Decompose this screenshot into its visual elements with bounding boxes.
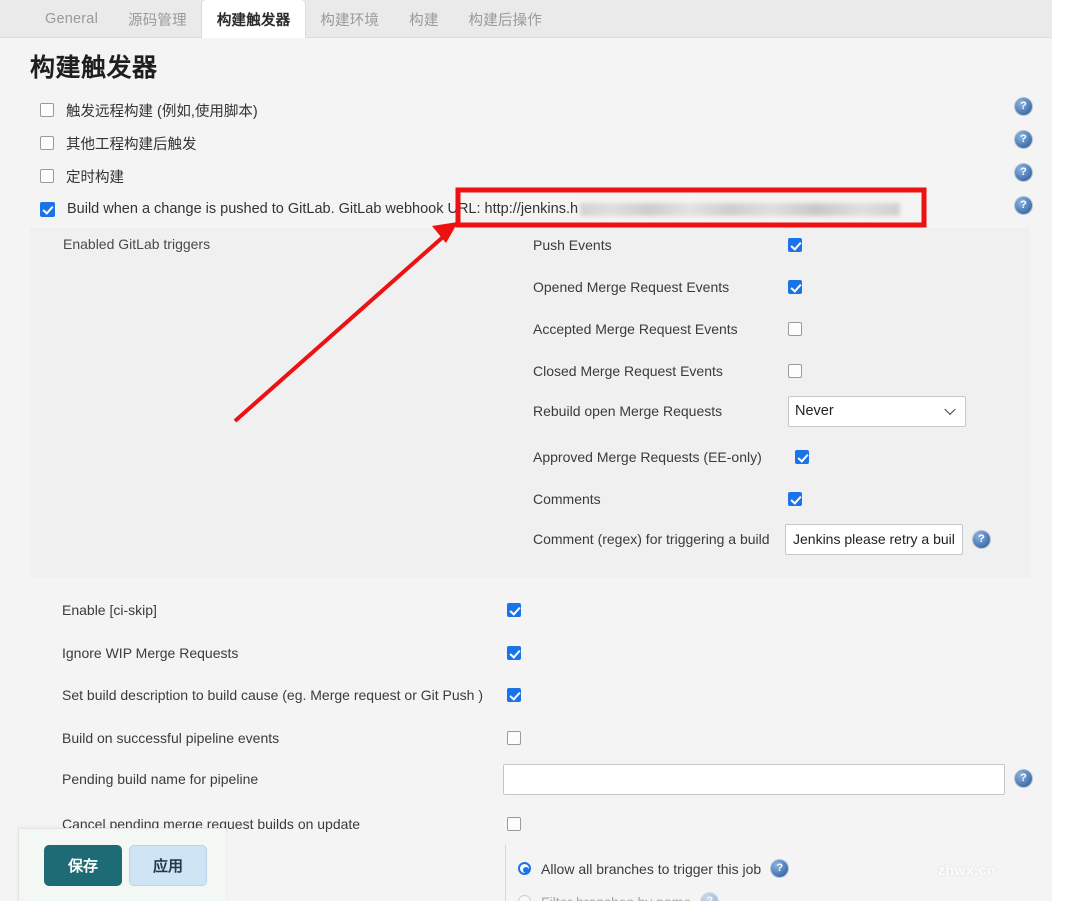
checkbox-set-build-description[interactable] [507, 688, 521, 702]
event-control-accepted-mr[interactable] [788, 322, 802, 336]
trigger-row-after-other-projects[interactable]: 其他工程构建后触发 [40, 130, 1030, 156]
trigger-remote-build-label: 触发远程构建 (例如,使用脚本) [66, 103, 258, 120]
checkbox-trigger-remote-build[interactable] [40, 103, 54, 117]
event-control-push[interactable] [788, 238, 802, 252]
event-label-accepted-mr: Accepted Merge Request Events [533, 321, 738, 337]
option-label-ci-skip: Enable [ci-skip] [62, 602, 157, 618]
event-row-comment-regex[interactable]: Comment (regex) for triggering a build ? [533, 523, 1033, 555]
help-icon-pending-build-name[interactable]: ? [1015, 770, 1032, 787]
event-row-accepted-mr[interactable]: Accepted Merge Request Events [533, 317, 1033, 341]
checkbox-build-after-other-projects[interactable] [40, 136, 54, 150]
option-label-ignore-wip: Ignore WIP Merge Requests [62, 645, 239, 661]
event-row-comments[interactable]: Comments [533, 487, 1033, 511]
config-tab-bar: General 源码管理 构建触发器 构建环境 构建 构建后操作 [0, 0, 1052, 38]
input-pending-build-name[interactable] [503, 763, 1005, 795]
event-control-closed-mr[interactable] [788, 364, 802, 378]
checkbox-build-on-successful-pipeline-events[interactable] [507, 731, 521, 745]
event-row-approved-mr[interactable]: Approved Merge Requests (EE-only) [533, 445, 1033, 469]
config-body: 构建触发器 触发远程构建 (例如,使用脚本) 其他工程构建后触发 定时构建 Bu… [0, 38, 1052, 901]
checkbox-build-periodically[interactable] [40, 169, 54, 183]
option-row-pending-build-name[interactable]: Pending build name for pipeline ? [62, 763, 1032, 795]
event-control-rebuild-open-mr[interactable]: Never On push to source branch On push t… [788, 395, 966, 427]
event-label-push: Push Events [533, 237, 612, 253]
gitlab-webhook-url-visible: http://jenkins.h [484, 201, 579, 217]
event-label-closed-mr: Closed Merge Request Events [533, 363, 723, 379]
help-icon-build-periodically[interactable]: ? [1015, 164, 1032, 181]
tab-build-environment[interactable]: 构建环境 [305, 0, 394, 38]
event-label-comment-regex: Comment (regex) for triggering a build [533, 531, 770, 547]
branch-filter-divider [505, 845, 506, 901]
event-row-rebuild-open-mr[interactable]: Rebuild open Merge Requests Never On pus… [533, 395, 1033, 427]
gitlab-webhook-url-redacted [580, 202, 901, 216]
tab-scm[interactable]: 源码管理 [113, 0, 202, 38]
checkbox-accepted-merge-request-events[interactable] [788, 322, 802, 336]
event-row-push[interactable]: Push Events [533, 233, 1033, 257]
option-row-pipeline-events[interactable]: Build on successful pipeline events [62, 726, 1022, 750]
jenkins-config-page: General 源码管理 构建触发器 构建环境 构建 构建后操作 构建触发器 触… [0, 0, 1080, 901]
radio-filter-branches-by-name[interactable] [518, 895, 531, 901]
tab-build[interactable]: 构建 [394, 0, 453, 38]
event-control-opened-mr[interactable] [788, 280, 802, 294]
option-label-build-description: Set build description to build cause (eg… [62, 687, 483, 703]
event-label-opened-mr: Opened Merge Request Events [533, 279, 730, 295]
radio-allow-all-branches[interactable] [518, 862, 531, 875]
trigger-after-other-projects-label: 其他工程构建后触发 [66, 136, 197, 153]
save-button[interactable]: 保存 [44, 845, 122, 886]
radio-label-filter-branches-by-name: Filter branches by name [541, 894, 691, 901]
tab-list: General 源码管理 构建触发器 构建环境 构建 构建后操作 [30, 0, 557, 38]
radio-label-allow-all-branches: Allow all branches to trigger this job [541, 860, 762, 877]
option-row-ci-skip[interactable]: Enable [ci-skip] [62, 598, 1022, 622]
trigger-row-periodically[interactable]: 定时构建 [40, 163, 1030, 189]
checkbox-closed-merge-request-events[interactable] [788, 364, 802, 378]
help-icon-filter-branches-by-name[interactable]: ? [701, 893, 719, 901]
content-column: General 源码管理 构建触发器 构建环境 构建 构建后操作 构建触发器 触… [0, 0, 1052, 901]
checkbox-opened-merge-request-events[interactable] [788, 280, 802, 294]
checkbox-ignore-wip-merge-requests[interactable] [507, 646, 521, 660]
event-control-comment-regex[interactable]: ? [785, 523, 990, 555]
help-icon-after-other-projects[interactable]: ? [1015, 131, 1032, 148]
radio-row-filter-branches-by-name[interactable]: Filter branches by name ? [518, 893, 719, 901]
checkbox-comments[interactable] [788, 492, 802, 506]
checkbox-push-events[interactable] [788, 238, 802, 252]
option-row-build-description[interactable]: Set build description to build cause (eg… [62, 683, 1022, 707]
gitlab-triggers-panel: Enabled GitLab triggers Push Events Open… [30, 228, 1030, 578]
option-row-ignore-wip[interactable]: Ignore WIP Merge Requests [62, 641, 1022, 665]
event-label-approved-mr: Approved Merge Requests (EE-only) [533, 449, 762, 465]
enabled-gitlab-triggers-label: Enabled GitLab triggers [63, 236, 211, 252]
watermark: zhwx.cn [938, 862, 996, 878]
input-comment-regex[interactable] [785, 523, 963, 555]
checkbox-enable-ci-skip[interactable] [507, 603, 521, 617]
trigger-row-remote[interactable]: 触发远程构建 (例如,使用脚本) [40, 97, 1030, 123]
event-row-closed-mr[interactable]: Closed Merge Request Events [533, 359, 1033, 383]
tab-build-triggers[interactable]: 构建触发器 [201, 0, 306, 38]
trigger-periodically-label: 定时构建 [66, 169, 124, 186]
trigger-row-gitlab-push[interactable]: Build when a change is pushed to GitLab.… [40, 196, 1030, 222]
select-rebuild-open-merge-requests[interactable]: Never On push to source branch On push t… [788, 395, 966, 427]
save-action-bar: 保存 应用 [18, 828, 226, 901]
help-icon-comment-regex[interactable]: ? [973, 530, 990, 548]
gitlab-webhook-label-text: Build when a change is pushed to GitLab.… [67, 201, 485, 217]
apply-button[interactable]: 应用 [129, 845, 207, 886]
event-label-rebuild-open-mr: Rebuild open Merge Requests [533, 403, 723, 419]
event-label-comments: Comments [533, 491, 601, 507]
gitlab-webhook-label: Build when a change is pushed to GitLab.… [67, 201, 901, 217]
page-title: 构建触发器 [30, 54, 158, 82]
checkbox-approved-merge-requests[interactable] [795, 450, 809, 464]
help-icon-gitlab-push[interactable]: ? [1015, 197, 1032, 214]
option-label-pending-build-name: Pending build name for pipeline [62, 771, 259, 787]
event-row-opened-mr[interactable]: Opened Merge Request Events [533, 275, 1033, 299]
help-icon-trigger-remote[interactable]: ? [1015, 98, 1032, 115]
checkbox-cancel-pending-merge-request-builds[interactable] [507, 817, 521, 831]
option-label-pipeline-events: Build on successful pipeline events [62, 730, 280, 746]
event-control-approved-mr[interactable] [795, 450, 809, 464]
radio-row-allow-all-branches[interactable]: Allow all branches to trigger this job ? [518, 860, 789, 877]
tab-general[interactable]: General [30, 0, 113, 38]
checkbox-gitlab-push-trigger[interactable] [40, 201, 55, 217]
help-icon-allow-all-branches[interactable]: ? [771, 860, 789, 877]
tab-post-build-actions[interactable]: 构建后操作 [454, 0, 558, 38]
event-control-comments[interactable] [788, 492, 802, 506]
